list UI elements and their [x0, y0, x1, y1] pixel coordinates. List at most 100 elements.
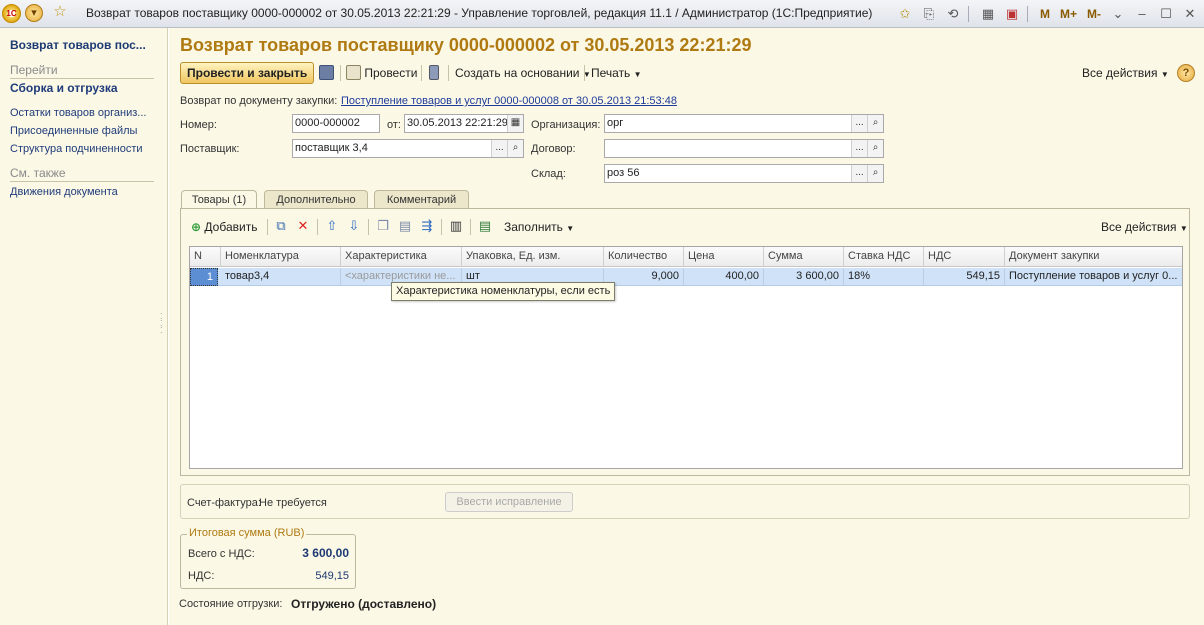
history-icon[interactable]: ⟲ — [943, 4, 963, 24]
form-toolbar: Провести и закрыть Провести Создать на о… — [180, 62, 1195, 84]
warehouse-value: роз 56 — [607, 167, 640, 179]
all-actions-button[interactable]: Все действия ▼ — [1082, 62, 1169, 84]
main-menu-icon[interactable]: ▾ — [25, 4, 43, 22]
number-label: Номер: — [180, 119, 217, 131]
open-search-icon[interactable]: ⌕ — [867, 165, 883, 182]
post-and-close-button[interactable]: Провести и закрыть — [180, 62, 315, 84]
calendar-icon[interactable]: ▣ — [1002, 4, 1022, 24]
add-favorite-icon[interactable]: ✩ — [895, 4, 915, 24]
select-dots-button[interactable]: ... — [851, 165, 867, 182]
close-icon[interactable]: ✕ — [1180, 4, 1200, 24]
cell-n[interactable]: 1 — [190, 268, 218, 286]
vat-total-label: НДС: — [188, 570, 215, 582]
fill-button[interactable]: Заполнить ▼ — [504, 216, 574, 238]
nav-item-assembly-shipment[interactable]: Сборка и отгрузка — [10, 81, 118, 95]
nav-item-stock-balances[interactable]: Остатки товаров организ... — [10, 107, 146, 119]
add-row-button[interactable]: ⊕ Добавить — [191, 216, 257, 238]
all-actions-label: Все действия — [1082, 66, 1158, 80]
open-search-icon[interactable]: ⌕ — [867, 115, 883, 132]
warehouse-label: Склад: — [531, 168, 566, 180]
fill-icon[interactable]: ▤ — [477, 218, 493, 234]
window-titlebar: 1С ▾ ☆ Возврат товаров поставщику 0000-0… — [0, 0, 1204, 28]
nav-item-document-movements[interactable]: Движения документа — [10, 186, 118, 198]
purchase-doc-link[interactable]: Поступление товаров и услуг 0000-000008 … — [341, 95, 677, 107]
number-field[interactable]: 0000-000002 — [292, 114, 380, 133]
nav-item-hierarchy[interactable]: Структура подчиненности — [10, 143, 143, 155]
delete-row-icon[interactable]: ✕ — [295, 218, 311, 234]
cell-purchase-doc[interactable]: Поступление товаров и услуг 0... — [1005, 268, 1182, 286]
move-down-icon[interactable]: ⇩ — [346, 218, 362, 234]
calendar-picker-icon[interactable]: ▦ — [507, 115, 523, 132]
total-with-vat-label: Всего с НДС: — [188, 548, 255, 560]
save-icon[interactable] — [319, 62, 334, 84]
titlebar-tools: ✩ ⎘ ⟲ ▦ ▣ M M+ M- ⌄ – ☐ ✕ — [891, 3, 1200, 25]
cell-vat[interactable]: 549,15 — [924, 268, 1005, 286]
toolbar-separator — [368, 219, 369, 235]
calculator-icon[interactable]: ▦ — [978, 4, 998, 24]
col-header-purchase-doc[interactable]: Документ закупки — [1005, 247, 1182, 267]
favorites-star-icon[interactable]: ☆ — [51, 4, 69, 22]
date-value: 30.05.2013 22:21:29 — [407, 117, 508, 129]
nav-item-attached-files[interactable]: Присоединенные файлы — [10, 125, 137, 137]
col-header-unit[interactable]: Упаковка, Ед. изм. — [462, 247, 604, 267]
copy-row-icon[interactable]: ⧉ — [273, 218, 289, 234]
goods-tab-panel: ⊕ Добавить ⧉ ✕ ⇧ ⇩ ❐ ▤ ⇶ ▥ ▤ Заполнить ▼… — [180, 208, 1190, 476]
contract-field[interactable]: ... ⌕ — [604, 139, 884, 158]
minimize-icon[interactable]: – — [1132, 4, 1152, 24]
cell-item[interactable]: товар3,4 — [221, 268, 341, 286]
nav-document-title[interactable]: Возврат товаров пос... — [10, 38, 146, 52]
goods-table[interactable]: N Номенклатура Характеристика Упаковка, … — [189, 246, 1183, 469]
post-button[interactable]: Провести — [346, 62, 417, 84]
bookmark-icon[interactable]: ⎘ — [919, 4, 939, 24]
copy-icon[interactable]: ❐ — [375, 218, 391, 234]
totals-legend: Итоговая сумма (RUB) — [187, 527, 307, 539]
help-icon[interactable]: ? — [1177, 64, 1195, 82]
col-header-vat[interactable]: НДС — [924, 247, 1005, 267]
tab-additional[interactable]: Дополнительно — [264, 190, 368, 209]
supplier-field[interactable]: поставщик 3,4... ⌕ — [292, 139, 524, 158]
warehouse-field[interactable]: роз 56... ⌕ — [604, 164, 884, 183]
col-header-characteristic[interactable]: Характеристика — [341, 247, 462, 267]
split-row-icon[interactable]: ⇶ — [419, 218, 435, 234]
col-header-n[interactable]: N — [190, 247, 221, 267]
col-header-sum[interactable]: Сумма — [764, 247, 844, 267]
memory-mplus-button[interactable]: M+ — [1057, 4, 1080, 24]
paste-icon[interactable]: ▤ — [397, 218, 413, 234]
create-based-on-button[interactable]: Создать на основании ▼ — [455, 62, 591, 84]
enter-correction-button[interactable]: Ввести исправление — [445, 492, 573, 512]
toolbar-separator — [448, 65, 449, 81]
toolbar-separator — [421, 65, 422, 81]
organization-field[interactable]: орг... ⌕ — [604, 114, 884, 133]
table-all-actions-button[interactable]: Все действия ▼ — [1101, 216, 1188, 238]
organization-label: Организация: — [531, 119, 601, 131]
barcode-icon[interactable]: ▥ — [448, 218, 464, 234]
shipment-status-label: Состояние отгрузки: — [179, 598, 283, 610]
app-logo-icon[interactable]: 1С — [2, 4, 21, 23]
select-dots-button[interactable]: ... — [851, 140, 867, 157]
col-header-item[interactable]: Номенклатура — [221, 247, 341, 267]
print-button[interactable]: Печать ▼ — [591, 62, 642, 84]
maximize-icon[interactable]: ☐ — [1156, 4, 1176, 24]
cell-vat-rate[interactable]: 18% — [844, 268, 924, 286]
date-field[interactable]: 30.05.2013 22:21:29 ▦ — [404, 114, 524, 133]
cell-sum[interactable]: 3 600,00 — [764, 268, 844, 286]
tab-comment[interactable]: Комментарий — [374, 190, 469, 209]
select-dots-button[interactable]: ... — [491, 140, 507, 157]
col-header-quantity[interactable]: Количество — [604, 247, 684, 267]
total-with-vat-value: 3 600,00 — [302, 546, 349, 560]
panel-resize-grip-icon[interactable]: ⁚ ⁚ ⁚ — [160, 313, 164, 343]
cell-price[interactable]: 400,00 — [684, 268, 764, 286]
col-header-vat-rate[interactable]: Ставка НДС — [844, 247, 924, 267]
col-header-price[interactable]: Цена — [684, 247, 764, 267]
open-search-icon[interactable]: ⌕ — [507, 140, 523, 157]
tab-goods[interactable]: Товары (1) — [181, 190, 257, 210]
move-up-icon[interactable]: ⇧ — [324, 218, 340, 234]
memory-mminus-button[interactable]: M- — [1084, 4, 1104, 24]
memory-m-button[interactable]: M — [1037, 4, 1053, 24]
open-search-icon[interactable]: ⌕ — [867, 140, 883, 157]
dropdown-icon[interactable]: ⌄ — [1108, 4, 1128, 24]
select-dots-button[interactable]: ... — [851, 115, 867, 132]
table-row[interactable]: 1 товар3,4 <характеристики не... шт 9,00… — [190, 268, 1182, 286]
journal-icon[interactable] — [429, 62, 439, 84]
cell-quantity[interactable]: 9,000 — [604, 268, 684, 286]
